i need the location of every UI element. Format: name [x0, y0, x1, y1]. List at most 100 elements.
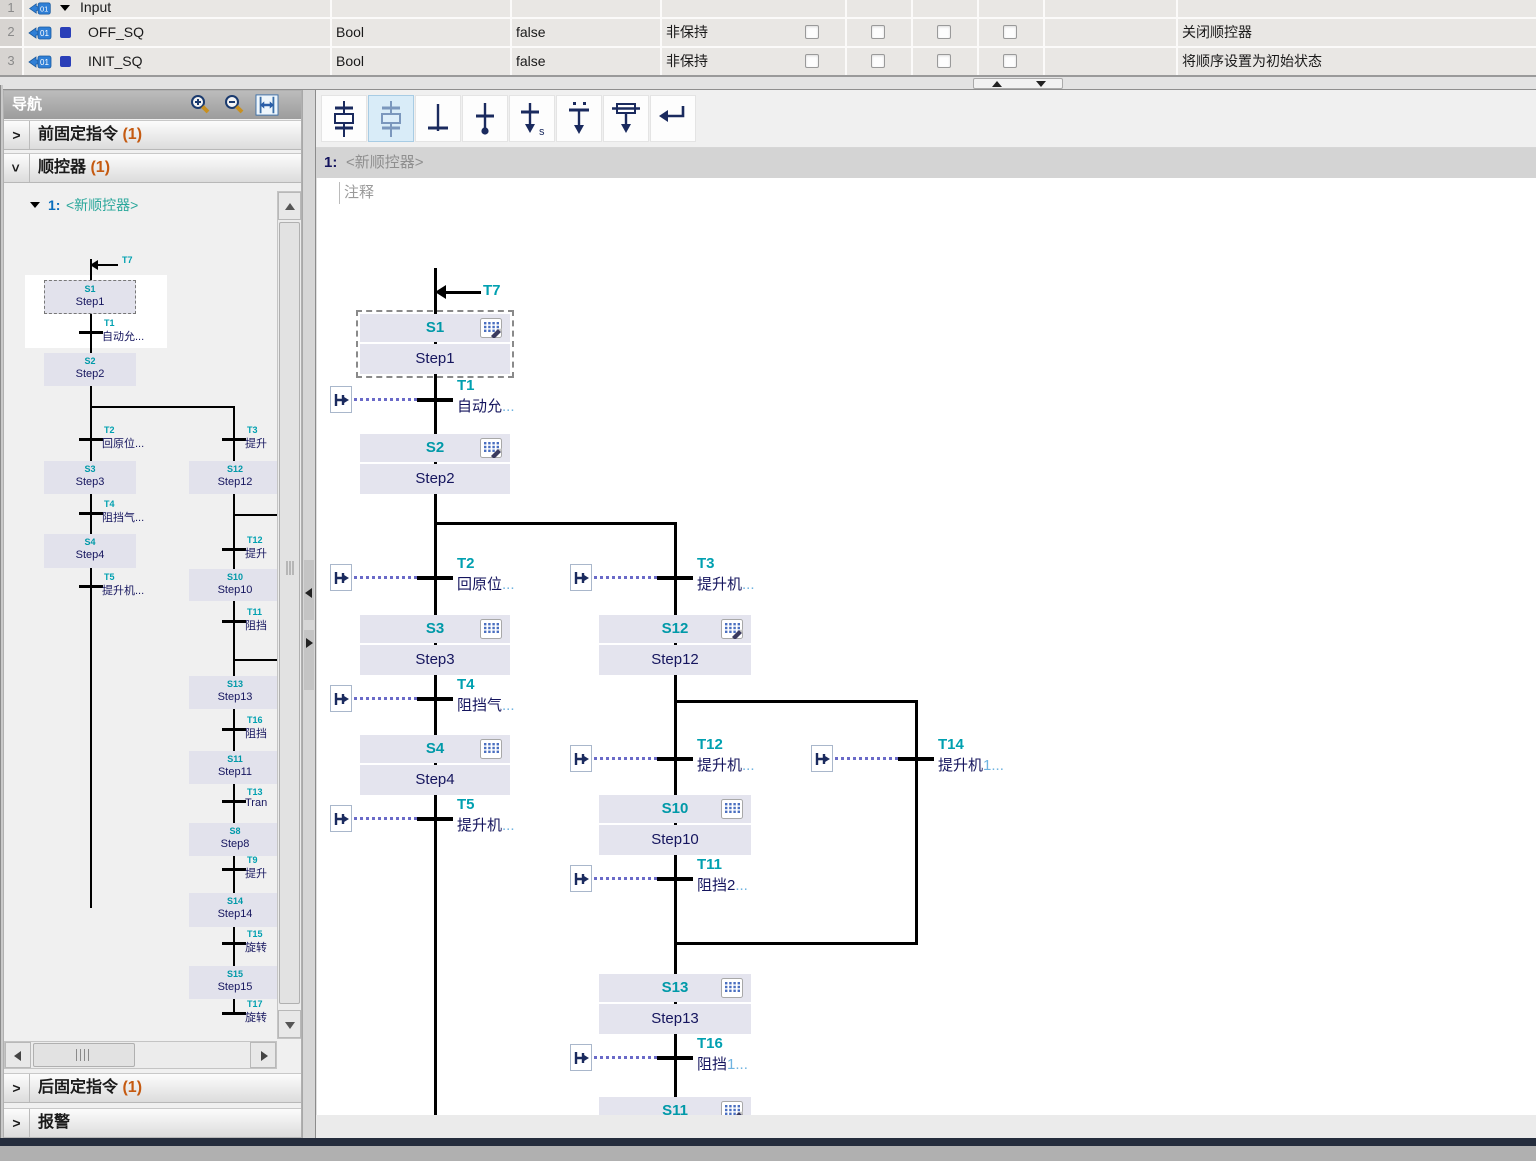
horizontal-splitter[interactable]: [0, 75, 1536, 90]
minimap-step[interactable]: S3Step3: [44, 461, 136, 494]
minimap-transition[interactable]: T12提升: [210, 536, 278, 564]
vertical-splitter[interactable]: [302, 90, 316, 1138]
minimap-step[interactable]: S14Step14: [189, 893, 278, 927]
minimap-step[interactable]: S10Step10: [189, 569, 278, 601]
tree-expand-icon[interactable]: [30, 202, 40, 208]
step-actions-icon[interactable]: [480, 739, 502, 759]
checkbox[interactable]: [871, 25, 885, 39]
close-branch-button[interactable]: [603, 95, 649, 142]
transition-t14[interactable]: T14 提升机1...: [811, 738, 1091, 786]
minimap-transition[interactable]: T17旋转: [210, 1000, 278, 1028]
sequence-canvas[interactable]: 注释 T7 S1 Step1 S2 Step2 S3 Step3: [316, 178, 1536, 1115]
minimap-transition[interactable]: T11阻挡: [210, 608, 278, 636]
contact-icon[interactable]: [570, 1044, 592, 1071]
step-actions-icon[interactable]: [480, 318, 502, 338]
tree-item-sequencer[interactable]: 1: <新顺控器>: [4, 191, 275, 219]
param-type[interactable]: Bool: [336, 19, 364, 45]
transition-t12[interactable]: T12 提升机...: [570, 738, 850, 786]
minimap-step[interactable]: S13Step13: [189, 676, 278, 709]
minimap-transition[interactable]: T9提升: [210, 856, 278, 884]
transition-t1[interactable]: T1 自动允...: [330, 379, 610, 427]
step-s10[interactable]: S10 Step10: [599, 795, 751, 855]
checkbox[interactable]: [805, 25, 819, 39]
transition-t4[interactable]: T4 阻挡气...: [330, 678, 610, 726]
step-s13[interactable]: S13 Step13: [599, 974, 751, 1034]
contact-icon[interactable]: [811, 745, 833, 772]
scroll-left-button[interactable]: [5, 1042, 31, 1068]
transition-t3[interactable]: T3 提升机...: [570, 557, 850, 605]
contact-icon[interactable]: [570, 564, 592, 591]
step-actions-icon[interactable]: [721, 799, 743, 819]
minimap-vscrollbar[interactable]: [277, 191, 302, 1039]
minimap-step[interactable]: S1Step1: [44, 280, 136, 314]
step-s11[interactable]: S11: [599, 1097, 751, 1115]
param-retain[interactable]: 非保持: [666, 48, 708, 74]
contact-icon[interactable]: [330, 685, 352, 712]
param-retain[interactable]: 非保持: [666, 19, 708, 45]
insert-transition-step-button[interactable]: [368, 95, 414, 142]
param-comment[interactable]: 关闭顺控器: [1182, 19, 1252, 45]
open-alternative-branch-button[interactable]: [556, 95, 602, 142]
section-post-instructions[interactable]: > 后固定指令 (1): [4, 1073, 301, 1103]
minimap-transition[interactable]: T5提升机...: [67, 573, 177, 601]
param-default[interactable]: false: [516, 48, 546, 74]
section-alarms[interactable]: > 报警: [4, 1108, 301, 1138]
param-name[interactable]: INIT_SQ: [88, 48, 142, 74]
close-sequence-button[interactable]: [650, 95, 696, 142]
zoom-out-icon[interactable]: [223, 94, 247, 116]
zoom-in-icon[interactable]: [189, 94, 213, 116]
contact-icon[interactable]: [570, 865, 592, 892]
insert-transition-button[interactable]: [415, 95, 461, 142]
table-row[interactable]: 1 01 Input: [0, 0, 1536, 17]
minimap-step[interactable]: S15Step15: [189, 966, 278, 999]
minimap-step[interactable]: S12Step12: [189, 461, 278, 494]
scroll-right-button[interactable]: [250, 1042, 276, 1068]
step-s12[interactable]: S12 Step12: [599, 615, 751, 675]
contact-icon[interactable]: [330, 805, 352, 832]
fit-width-icon[interactable]: [254, 94, 280, 116]
checkbox[interactable]: [937, 25, 951, 39]
checkbox[interactable]: [871, 54, 885, 68]
step-s3[interactable]: S3 Step3: [360, 615, 510, 675]
param-comment[interactable]: 将顺序设置为初始状态: [1182, 48, 1322, 74]
splitter-down-icon[interactable]: [1036, 81, 1046, 87]
transition-t11[interactable]: T11 阻挡2...: [570, 858, 850, 906]
checkbox[interactable]: [1003, 54, 1017, 68]
collapse-arrow-icon[interactable]: [60, 5, 70, 11]
minimap-transition[interactable]: T4阻挡气...: [67, 500, 177, 528]
minimap-transition[interactable]: T15旋转: [210, 930, 278, 958]
contact-icon[interactable]: [330, 386, 352, 413]
checkbox[interactable]: [937, 54, 951, 68]
transition-t16[interactable]: T16 阻挡1...: [570, 1037, 850, 1085]
minimap-step[interactable]: S11Step11: [189, 751, 278, 784]
minimap-step[interactable]: S2Step2: [44, 353, 136, 386]
minimap-hscrollbar[interactable]: [4, 1041, 277, 1069]
minimap-transition[interactable]: T16阻挡: [210, 716, 278, 744]
sequence-minimap[interactable]: T7 S1Step1 S2Step2 S3Step3 S12Step12 S4S…: [4, 219, 278, 1041]
checkbox[interactable]: [805, 54, 819, 68]
step-actions-icon[interactable]: [480, 438, 502, 458]
section-pre-instructions[interactable]: > 前固定指令 (1): [4, 120, 301, 150]
collapse-arrow[interactable]: >: [4, 1109, 30, 1137]
hscroll-thumb[interactable]: [33, 1043, 135, 1067]
transition-label[interactable]: T7: [483, 282, 501, 299]
checkbox[interactable]: [1003, 25, 1017, 39]
collapse-left-icon[interactable]: [305, 588, 312, 598]
param-type[interactable]: Bool: [336, 48, 364, 74]
expand-arrow[interactable]: >: [4, 154, 30, 182]
transition-t5[interactable]: T5 提升机...: [330, 798, 610, 846]
scroll-down-button[interactable]: [278, 1010, 301, 1038]
minimap-transition[interactable]: T2回原位...: [67, 426, 177, 454]
step-s2[interactable]: S2 Step2: [360, 434, 510, 494]
table-row[interactable]: 3 01 INIT_SQ Bool false 非保持 将顺序设置为初始状态: [0, 48, 1536, 75]
step-actions-icon[interactable]: [721, 1101, 743, 1115]
param-name[interactable]: OFF_SQ: [88, 19, 144, 45]
minimap-transition[interactable]: T13Tran: [210, 788, 278, 816]
step-actions-icon[interactable]: [721, 619, 743, 639]
section-sequencer[interactable]: > 顺控器 (1): [4, 153, 301, 183]
sequence-comment-field[interactable]: 注释: [339, 182, 374, 204]
minimap-transition[interactable]: T3提升: [210, 426, 278, 454]
contact-icon[interactable]: [330, 564, 352, 591]
collapse-arrow[interactable]: >: [4, 121, 30, 149]
insert-step-transition-button[interactable]: [321, 95, 367, 142]
